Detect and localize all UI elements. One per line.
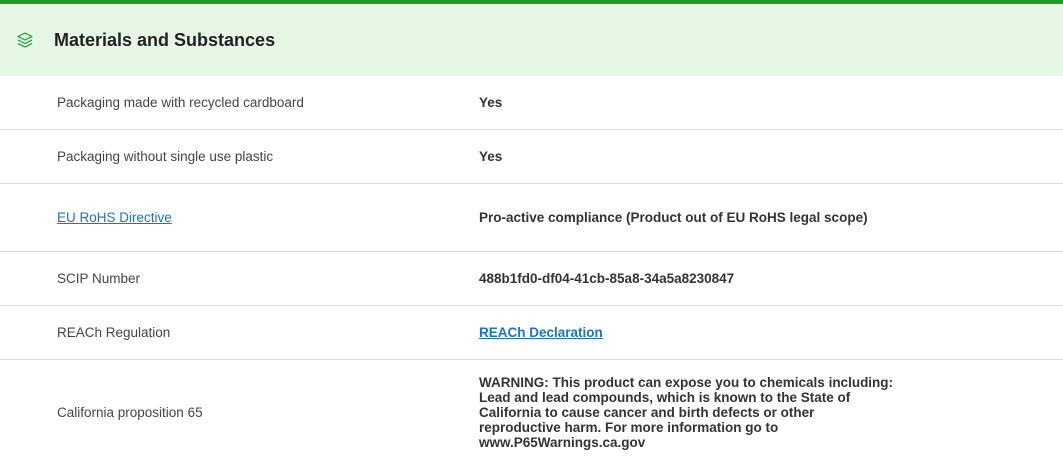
layers-icon <box>16 26 46 54</box>
row-value: Yes <box>479 148 503 164</box>
row-label: California proposition 65 <box>57 405 203 420</box>
row-value: WARNING: This product can expose you to … <box>479 375 894 450</box>
row-label: REACh Regulation <box>57 325 171 340</box>
eu-rohs-directive-link[interactable]: EU RoHS Directive <box>57 210 172 225</box>
table-row: Packaging made with recycled cardboard Y… <box>0 76 1063 130</box>
attributes-table: Packaging made with recycled cardboard Y… <box>0 76 1063 465</box>
row-label-container: EU RoHS Directive <box>0 209 479 226</box>
section-title: Materials and Substances <box>54 29 276 50</box>
table-row: REACh Regulation REACh Declaration <box>0 306 1063 360</box>
row-value: Pro-active compliance (Product out of EU… <box>479 209 868 225</box>
row-value-container: REACh Declaration <box>479 325 899 341</box>
row-value: Yes <box>479 94 503 110</box>
table-row: EU RoHS Directive Pro-active compliance … <box>0 184 1063 252</box>
materials-substances-section: Materials and Substances Packaging made … <box>0 0 1063 465</box>
row-label: SCIP Number <box>57 271 141 286</box>
section-header[interactable]: Materials and Substances <box>0 4 1063 76</box>
row-label: Packaging without single use plastic <box>57 149 274 164</box>
row-value: 488b1fd0-df04-41cb-85a8-34a5a8230847 <box>479 270 735 286</box>
table-row: California proposition 65 WARNING: This … <box>0 360 1063 465</box>
row-label: Packaging made with recycled cardboard <box>57 95 304 110</box>
table-row: SCIP Number 488b1fd0-df04-41cb-85a8-34a5… <box>0 252 1063 306</box>
reach-declaration-link[interactable]: REACh Declaration <box>479 325 603 340</box>
table-row: Packaging without single use plastic Yes <box>0 130 1063 184</box>
